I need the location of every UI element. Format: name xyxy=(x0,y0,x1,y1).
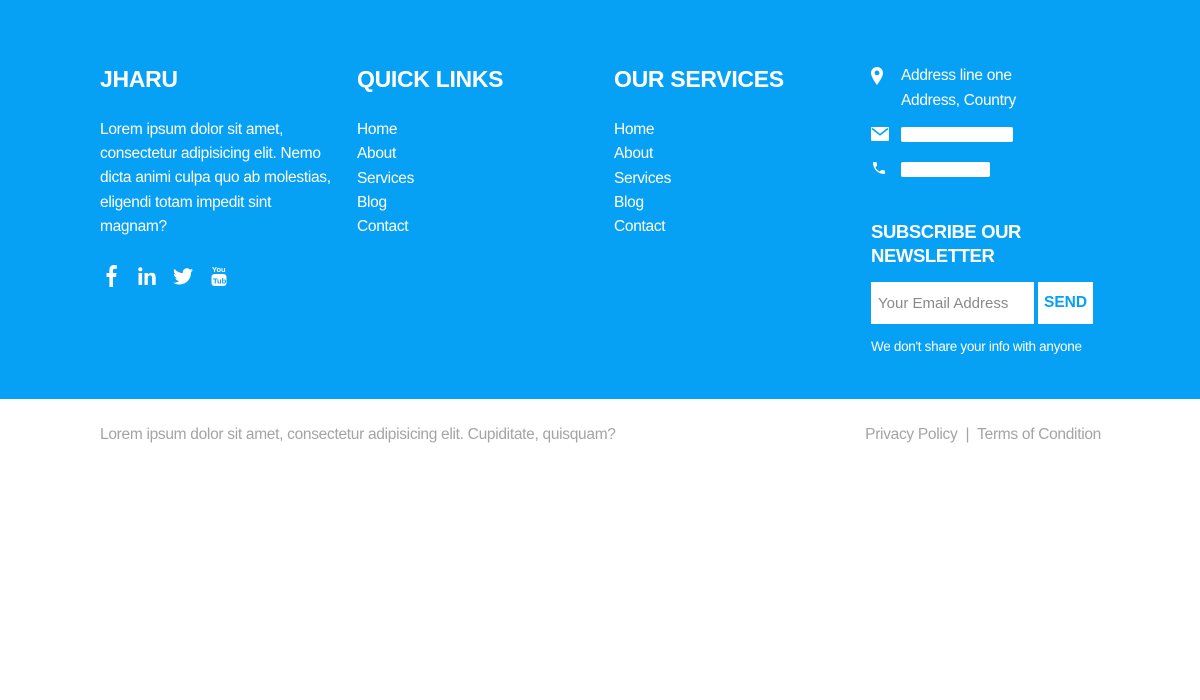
newsletter-form: SEND xyxy=(871,282,1111,324)
quick-link-home[interactable]: Home xyxy=(357,118,557,142)
footer-main: JHARU Lorem ipsum dolor sit amet, consec… xyxy=(0,0,1200,399)
quick-link-blog[interactable]: Blog xyxy=(357,191,557,215)
brand-title: JHARU xyxy=(100,66,178,92)
youtube-icon[interactable]: You Tube xyxy=(208,265,230,287)
legal-links: Privacy Policy | Terms of Condition xyxy=(865,426,1101,444)
quick-links-column: QUICK LINKS Home About Services Blog Con… xyxy=(357,64,557,239)
map-marker-icon xyxy=(871,67,883,94)
services-list: Home About Services Blog Contact xyxy=(614,118,814,239)
footer-bottom-bar: Lorem ipsum dolor sit amet, consectetur … xyxy=(0,399,1200,469)
send-button[interactable]: SEND xyxy=(1038,282,1093,324)
legal-separator: | xyxy=(965,426,970,443)
service-link-contact[interactable]: Contact xyxy=(614,215,814,239)
quick-links-title: QUICK LINKS xyxy=(357,66,504,92)
phone-redacted xyxy=(901,162,990,177)
svg-text:Tube: Tube xyxy=(213,277,227,286)
address-line-one: Address line one xyxy=(901,67,1012,84)
newsletter-note: We don't share your info with anyone xyxy=(871,339,1082,354)
svg-text:You: You xyxy=(212,265,226,274)
email-row xyxy=(871,126,1111,146)
service-link-home[interactable]: Home xyxy=(614,118,814,142)
quick-link-services[interactable]: Services xyxy=(357,167,557,191)
copyright-text: Lorem ipsum dolor sit amet, consectetur … xyxy=(100,426,616,443)
phone-row xyxy=(871,160,1111,180)
facebook-icon[interactable] xyxy=(100,265,122,288)
terms-of-condition-link[interactable]: Terms of Condition xyxy=(977,426,1101,443)
social-links: You Tube xyxy=(100,265,340,288)
about-column: JHARU Lorem ipsum dolor sit amet, consec… xyxy=(100,64,340,288)
newsletter-email-input[interactable] xyxy=(871,282,1034,324)
quick-link-about[interactable]: About xyxy=(357,142,557,166)
quick-links-list: Home About Services Blog Contact xyxy=(357,118,557,239)
service-link-services[interactable]: Services xyxy=(614,167,814,191)
newsletter-section: SUBSCRIBE OUR NEWSLETTER SEND We don't s… xyxy=(871,220,1111,354)
newsletter-title: SUBSCRIBE OUR NEWSLETTER xyxy=(871,221,1022,266)
twitter-icon[interactable] xyxy=(172,265,194,287)
address-block: Address line one Address, Country xyxy=(871,64,1111,113)
quick-link-contact[interactable]: Contact xyxy=(357,215,557,239)
about-description: Lorem ipsum dolor sit amet, consectetur … xyxy=(100,121,331,235)
address-line-two: Address, Country xyxy=(901,91,1016,109)
services-column: OUR SERVICES Home About Services Blog Co… xyxy=(614,64,814,239)
email-redacted xyxy=(901,127,1013,142)
privacy-policy-link[interactable]: Privacy Policy xyxy=(865,426,958,443)
service-link-blog[interactable]: Blog xyxy=(614,191,814,215)
envelope-icon xyxy=(871,127,889,146)
contact-column: Address line one Address, Country SUBSCR… xyxy=(871,64,1111,354)
service-link-about[interactable]: About xyxy=(614,142,814,166)
services-title: OUR SERVICES xyxy=(614,66,784,92)
phone-icon xyxy=(871,160,887,181)
linkedin-icon[interactable] xyxy=(136,265,158,287)
